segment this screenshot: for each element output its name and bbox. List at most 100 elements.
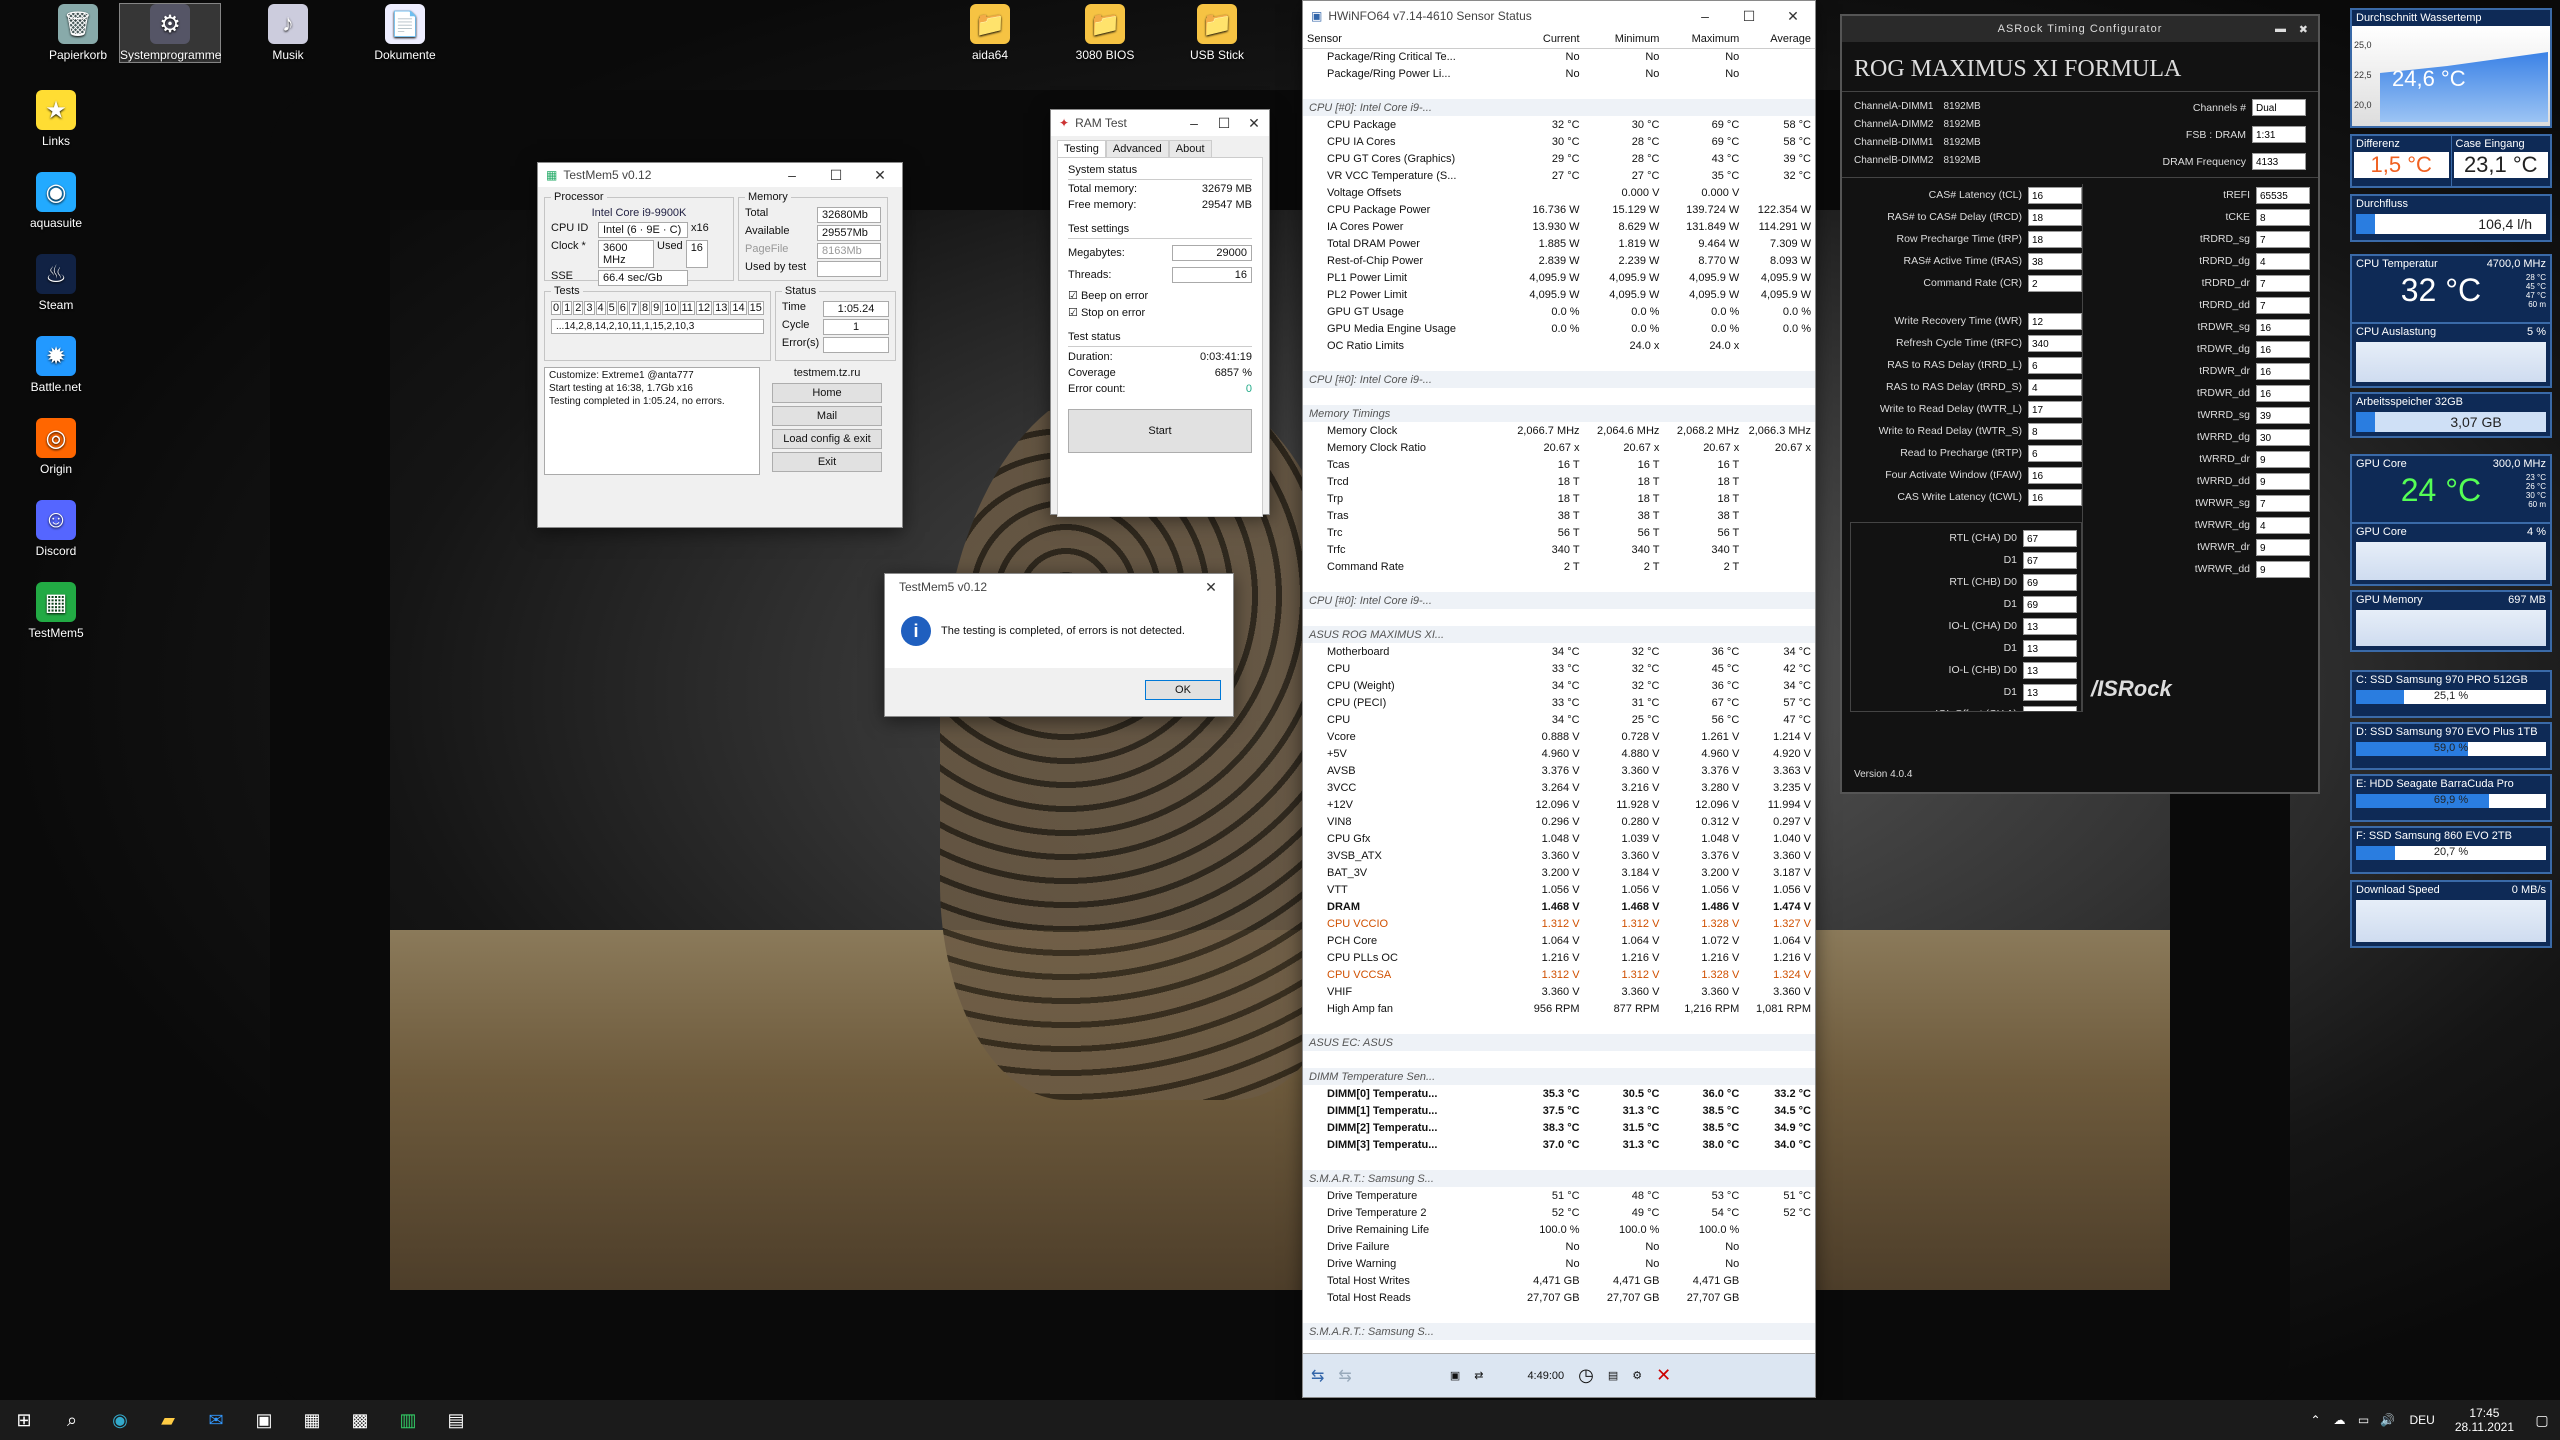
sensor-row[interactable]: CPU 34 °C 25 °C 56 °C 47 °C [1303,711,1815,728]
timing-value[interactable]: 2 [2028,274,2082,292]
sensor-row[interactable] [1303,575,1815,592]
timing-value[interactable]: 17 [2028,400,2082,418]
sensor-row[interactable]: Voltage Offsets 0.000 V 0.000 V [1303,184,1815,201]
sensor-row[interactable] [1303,1051,1815,1068]
testmem-button[interactable]: Mail [772,406,882,426]
desktop-icon[interactable]: ⚙ Systemprogramme [119,3,221,63]
timing-value[interactable]: 21 [2023,705,2077,711]
timing-value[interactable]: 30 [2256,428,2310,446]
sensor-row[interactable]: CPU [#0]: Intel Core i9-... [1303,99,1815,116]
sensor-row[interactable]: CPU VCCIO 1.312 V 1.312 V 1.328 V 1.327 V [1303,915,1815,932]
timing-value[interactable]: 39 [2256,406,2310,424]
nav-arrows-icon[interactable]: ⇆ [1338,1366,1351,1386]
sensor-row[interactable] [1303,354,1815,371]
close-icon[interactable]: ✕ [1771,1,1815,31]
sensor-row[interactable]: Total Host Writes 4,471 GB 4,471 GB 4,471 G… [1303,1272,1815,1289]
settings-icon[interactable]: ⚙ [1632,1369,1642,1382]
timing-value[interactable]: 340 [2028,334,2082,352]
ramtest-titlebar[interactable]: ✦ RAM Test – ☐ ✕ [1051,110,1269,136]
timing-value[interactable]: 16 [2256,318,2310,336]
edge-icon[interactable]: ◉ [96,1400,144,1440]
app-icon[interactable]: ▥ [384,1400,432,1440]
sensor-row[interactable]: PCH Core 1.064 V 1.064 V 1.072 V 1.064 V [1303,932,1815,949]
sensor-row[interactable]: PL2 Power Limit 4,095.9 W 4,095.9 W 4,095.9… [1303,286,1815,303]
sensor-row[interactable]: Tras 38 T 38 T 38 T [1303,507,1815,524]
testmem-button[interactable]: Exit [772,452,882,472]
timing-value[interactable]: 13 [2023,617,2077,635]
sensor-row[interactable]: S.M.A.R.T.: Samsung S... [1303,1323,1815,1340]
column-header[interactable]: Maximum [1663,31,1743,48]
sensor-row[interactable]: Tcas 16 T 16 T 16 T [1303,456,1815,473]
sensor-row[interactable]: +12V 12.096 V 11.928 V 12.096 V 11.994 V [1303,796,1815,813]
sensor-row[interactable]: DRAM 1.468 V 1.468 V 1.486 V 1.474 V [1303,898,1815,915]
start-button[interactable]: Start [1068,409,1252,453]
threads-input[interactable]: 16 [1172,267,1252,283]
sensor-row[interactable]: Memory Timings [1303,405,1815,422]
minimize-icon[interactable]: – [1683,1,1727,31]
sensor-row[interactable]: OC Ratio Limits 24.0 x 24.0 x [1303,337,1815,354]
hwinfo-titlebar[interactable]: ▣ HWiNFO64 v7.14-4610 Sensor Status – ☐ ✕ [1303,1,1815,31]
timing-value[interactable]: 16 [2028,488,2082,506]
app-icon[interactable]: ▩ [336,1400,384,1440]
sensor-row[interactable]: Drive Warning No No No [1303,1255,1815,1272]
timing-value[interactable]: 13 [2023,683,2077,701]
sensor-row[interactable]: Motherboard 34 °C 32 °C 36 °C 34 °C [1303,643,1815,660]
tab-advanced[interactable]: Advanced [1105,140,1169,157]
timing-value[interactable]: 18 [2028,230,2082,248]
timing-value[interactable]: 4 [2256,252,2310,270]
log-box[interactable]: Customize: Extreme1 @anta777 Start testin… [544,367,760,475]
sensor-row[interactable]: CPU GT Cores (Graphics) 29 °C 28 °C 43 °C 39… [1303,150,1815,167]
sensor-row[interactable] [1303,609,1815,626]
site-link[interactable]: testmem.tz.ru [772,367,882,379]
tab-testing[interactable]: Testing [1057,140,1106,157]
ramtest-window[interactable]: ✦ RAM Test – ☐ ✕ Testing Advanced About System… [1050,109,1270,517]
sensor-row[interactable] [1303,1017,1815,1034]
sensor-row[interactable]: VTT 1.056 V 1.056 V 1.056 V 1.056 V [1303,881,1815,898]
testmem5-window[interactable]: ▦ TestMem5 v0.12 – ☐ ✕ Processor Intel Core … [537,162,903,528]
start-icon[interactable]: ⊞ [0,1400,48,1440]
sensor-row[interactable]: Memory Clock 2,066.7 MHz 2,064.6 MHz 2,068.… [1303,422,1815,439]
desktop-icon[interactable]: 📁 3080 BIOS [1055,4,1155,62]
sensor-row[interactable] [1303,388,1815,405]
timing-value[interactable]: 13 [2023,661,2077,679]
sensor-row[interactable]: CPU IA Cores 30 °C 28 °C 69 °C 58 °C [1303,133,1815,150]
app-icon[interactable]: ▦ [288,1400,336,1440]
timing-value[interactable]: 9 [2256,472,2310,490]
sensor-row[interactable]: Trfc 340 T 340 T 340 T [1303,541,1815,558]
sensor-row[interactable]: GPU Media Engine Usage 0.0 % 0.0 % 0.0 % 0.0… [1303,320,1815,337]
desktop-icon[interactable]: ★ Links [6,90,106,148]
sensor-row[interactable]: Rest-of-Chip Power 2.839 W 2.239 W 8.770 W 8… [1303,252,1815,269]
network-icon[interactable]: ▭ [2351,1400,2375,1440]
sensor-row[interactable]: VIN8 0.296 V 0.280 V 0.312 V 0.297 V [1303,813,1815,830]
testmem-button[interactable]: Load config & exit [772,429,882,449]
hwinfo-window[interactable]: ▣ HWiNFO64 v7.14-4610 Sensor Status – ☐ ✕ Se… [1302,0,1816,1398]
timing-value[interactable]: 18 [2028,208,2082,226]
megabytes-input[interactable]: 29000 [1172,245,1252,261]
desktop-icon[interactable]: ✹ Battle.net [6,336,106,394]
column-header[interactable]: Sensor [1303,31,1508,48]
sensor-row[interactable]: Drive Temperature 2 52 °C 49 °C 54 °C 52 °C [1303,1204,1815,1221]
sensor-row[interactable]: DIMM Temperature Sen... [1303,1068,1815,1085]
timing-value[interactable]: 67 [2023,529,2077,547]
desktop-icon[interactable]: 📄 Dokumente [355,4,455,62]
testmem5-titlebar[interactable]: ▦ TestMem5 v0.12 – ☐ ✕ [538,163,902,187]
sensor-row[interactable]: DIMM[1] Temperatu... 37.5 °C 31.3 °C 38.5 °… [1303,1102,1815,1119]
column-header[interactable]: Current [1508,31,1584,48]
sensor-row[interactable]: CPU PLLs OC 1.216 V 1.216 V 1.216 V 1.216 V [1303,949,1815,966]
sensor-row[interactable]: Trc 56 T 56 T 56 T [1303,524,1815,541]
timing-value[interactable]: 12 [2028,312,2082,330]
minimize-icon[interactable]: ▬ [2275,23,2286,35]
timing-value[interactable]: 69 [2023,573,2077,591]
sensor-row[interactable]: DIMM[3] Temperatu... 37.0 °C 31.3 °C 38.0 °… [1303,1136,1815,1153]
sensor-row[interactable]: CPU Package 32 °C 30 °C 69 °C 58 °C [1303,116,1815,133]
sensor-row[interactable]: IA Cores Power 13.930 W 8.629 W 131.849 W 11… [1303,218,1815,235]
sensor-row[interactable]: CPU 33 °C 32 °C 45 °C 42 °C [1303,660,1815,677]
timing-value[interactable]: 16 [2256,362,2310,380]
app-icon[interactable]: ▣ [240,1400,288,1440]
sensor-row[interactable]: CPU (PECI) 33 °C 31 °C 67 °C 57 °C [1303,694,1815,711]
sensor-row[interactable]: ASUS ROG MAXIMUS XI... [1303,626,1815,643]
sensor-row[interactable]: High Amp fan 956 RPM 877 RPM 1,216 RPM 1,081… [1303,1000,1815,1017]
sensor-row[interactable]: CPU Gfx 1.048 V 1.039 V 1.048 V 1.040 V [1303,830,1815,847]
timing-value[interactable]: 7 [2256,274,2310,292]
clock[interactable]: 17:45 28.11.2021 [2455,1406,2514,1434]
